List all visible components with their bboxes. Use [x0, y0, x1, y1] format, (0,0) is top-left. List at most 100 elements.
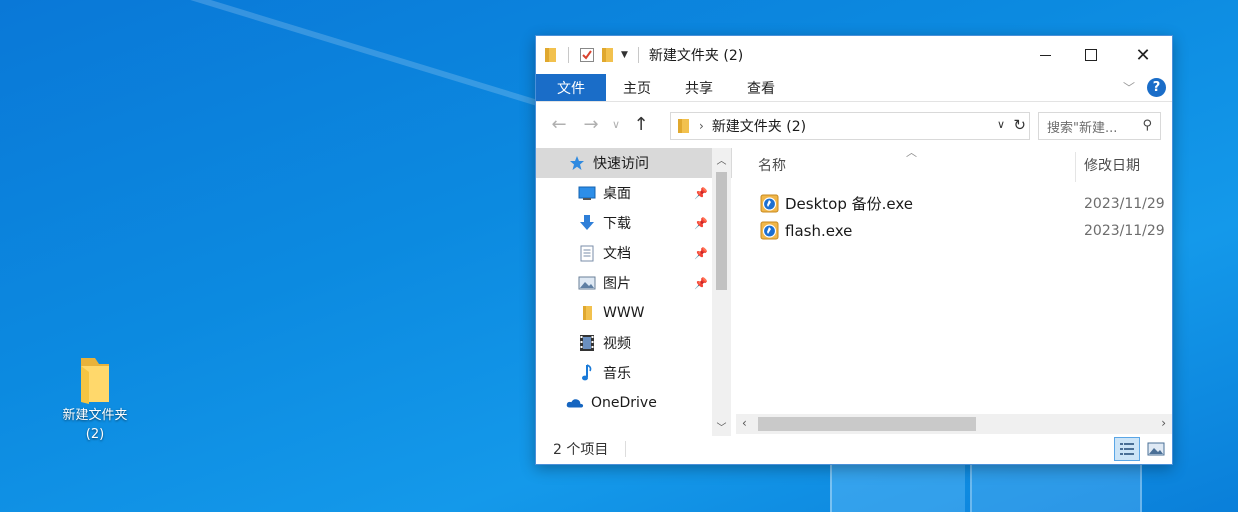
search-input[interactable]: 搜索"新建... ⚲: [1038, 112, 1161, 140]
status-separator: [625, 441, 627, 457]
minimize-button[interactable]: [1022, 36, 1068, 74]
close-button[interactable]: ✕: [1114, 36, 1172, 74]
tab-home[interactable]: 主页: [606, 74, 668, 101]
folder-icon: [81, 358, 109, 404]
large-icons-view-icon: [1147, 442, 1165, 456]
column-header-date[interactable]: 修改日期: [1084, 155, 1140, 175]
sidebar-item-desktop[interactable]: 桌面 📌: [536, 178, 732, 208]
column-headers: ︿ 名称 修改日期: [736, 148, 1172, 182]
toolbar-separator: [568, 47, 569, 63]
up-arrow-icon[interactable]: ↑: [628, 114, 654, 135]
pin-icon[interactable]: 📌: [694, 187, 708, 200]
file-row[interactable]: flash.exe 2023/11/29: [736, 217, 1172, 244]
item-count: 2 个项目: [553, 442, 609, 458]
title-bar[interactable]: ▼ 新建文件夹 (2) ✕: [536, 36, 1172, 74]
file-row[interactable]: Desktop 备份.exe 2023/11/29: [736, 190, 1172, 217]
pin-icon[interactable]: 📌: [694, 247, 708, 260]
sidebar-item-label: OneDrive: [591, 395, 657, 411]
column-header-name[interactable]: 名称: [758, 155, 786, 175]
tab-file[interactable]: 文件: [536, 74, 606, 101]
details-view-icon: [1120, 443, 1134, 455]
file-date: 2023/11/29: [1084, 222, 1165, 239]
explorer-window: ▼ 新建文件夹 (2) ✕ 文件 主页 共享 查看 ﹀ ? ← → ∨ ↑ › …: [535, 35, 1173, 465]
tab-share[interactable]: 共享: [668, 74, 730, 101]
sidebar-item-pictures[interactable]: 图片 📌: [536, 268, 732, 298]
video-icon: [578, 334, 596, 352]
pin-icon[interactable]: 📌: [694, 277, 708, 290]
desktop-light-panel: [970, 462, 1142, 512]
help-icon[interactable]: ?: [1147, 78, 1166, 97]
music-icon: [578, 364, 596, 382]
file-name: Desktop 备份.exe: [785, 195, 914, 213]
desktop-light-panel: [830, 462, 965, 512]
search-placeholder: 搜索"新建...: [1047, 120, 1118, 136]
cloud-icon: [566, 394, 584, 412]
large-icons-view-button[interactable]: [1143, 437, 1169, 461]
details-view-button[interactable]: [1114, 437, 1140, 461]
folder-icon: [545, 48, 556, 62]
properties-icon[interactable]: [579, 47, 595, 63]
ribbon-tabs: 文件 主页 共享 查看 ﹀ ?: [536, 74, 1172, 102]
sidebar-item-www[interactable]: WWW: [536, 298, 732, 328]
desktop-folder-label-suffix: (2): [85, 427, 105, 442]
recent-locations-chevron-icon[interactable]: ∨: [610, 118, 622, 131]
sidebar-item-downloads[interactable]: 下载 📌: [536, 208, 732, 238]
refresh-icon[interactable]: ↻: [1013, 116, 1026, 134]
status-bar: 2 个项目: [536, 434, 1172, 464]
column-divider[interactable]: [1075, 152, 1076, 182]
file-list-horizontal-scrollbar[interactable]: ‹ ›: [736, 414, 1172, 434]
sidebar-item-onedrive[interactable]: OneDrive: [536, 388, 732, 418]
exe-file-icon: [760, 221, 779, 240]
sidebar-item-label: 音乐: [603, 366, 631, 382]
sort-ascending-chevron-icon: ︿: [906, 148, 917, 159]
quick-access-toolbar: ▼: [544, 47, 643, 63]
file-date: 2023/11/29: [1084, 195, 1165, 212]
sidebar-item-label: WWW: [603, 305, 645, 321]
search-icon[interactable]: ⚲: [1142, 118, 1152, 133]
exe-file-icon: [760, 194, 779, 213]
desktop-folder-shortcut[interactable]: 新建文件夹 (2): [52, 354, 138, 444]
forward-arrow-icon[interactable]: →: [578, 114, 604, 135]
sidebar-item-label: 下载: [603, 216, 631, 232]
file-list: ︿ 名称 修改日期 Desktop 备份.exe 2023/11/29 flas…: [736, 148, 1172, 418]
customize-toolbar-chevron-icon[interactable]: ▼: [621, 50, 628, 60]
sidebar-item-label: 视频: [603, 336, 631, 352]
desktop-icon: [578, 184, 596, 202]
sidebar-item-label: 图片: [603, 276, 631, 292]
pictures-icon: [578, 274, 596, 292]
file-name: flash.exe: [785, 221, 853, 240]
address-bar[interactable]: › 新建文件夹 (2) ∨ ↻: [670, 112, 1030, 140]
folder-icon: [578, 304, 596, 322]
navigation-pane-scrollbar[interactable]: ︿ ﹀: [712, 148, 731, 436]
sidebar-item-videos[interactable]: 视频: [536, 328, 732, 358]
scroll-up-chevron-icon[interactable]: ︿: [712, 152, 731, 167]
window-title: 新建文件夹 (2): [648, 48, 744, 64]
scrollbar-thumb[interactable]: [716, 172, 727, 290]
new-folder-icon[interactable]: [601, 47, 615, 63]
sidebar-item-label: 文档: [603, 246, 631, 262]
sidebar-item-quick-access[interactable]: 快速访问: [536, 148, 732, 178]
breadcrumb-chevron-icon[interactable]: ›: [699, 119, 704, 133]
sidebar-item-music[interactable]: 音乐: [536, 358, 732, 388]
tab-view[interactable]: 查看: [730, 74, 792, 101]
address-dropdown-chevron-icon[interactable]: ∨: [997, 118, 1005, 131]
maximize-button[interactable]: [1068, 36, 1114, 74]
scrollbar-thumb[interactable]: [758, 417, 976, 431]
document-icon: [578, 244, 596, 262]
star-icon: [568, 154, 586, 172]
breadcrumb-current[interactable]: 新建文件夹 (2): [712, 116, 806, 136]
pin-icon[interactable]: 📌: [694, 217, 708, 230]
desktop-folder-label: 新建文件夹: [62, 408, 128, 423]
sidebar-item-label: 快速访问: [593, 156, 649, 172]
download-icon: [578, 214, 596, 232]
back-arrow-icon[interactable]: ←: [546, 114, 572, 135]
scroll-left-chevron-icon[interactable]: ‹: [742, 416, 747, 430]
sidebar-item-label: 桌面: [603, 186, 631, 202]
toolbar-separator: [637, 47, 639, 63]
sidebar-item-documents[interactable]: 文档 📌: [536, 238, 732, 268]
scroll-right-chevron-icon[interactable]: ›: [1161, 416, 1166, 430]
expand-ribbon-chevron-icon[interactable]: ﹀: [1123, 79, 1135, 96]
folder-icon: [678, 119, 689, 133]
navigation-pane: 快速访问 桌面 📌 下载 📌 文档 📌 图片 📌 WWW 视频 音乐 OneDr…: [536, 148, 732, 436]
scroll-down-chevron-icon[interactable]: ﹀: [712, 419, 731, 434]
